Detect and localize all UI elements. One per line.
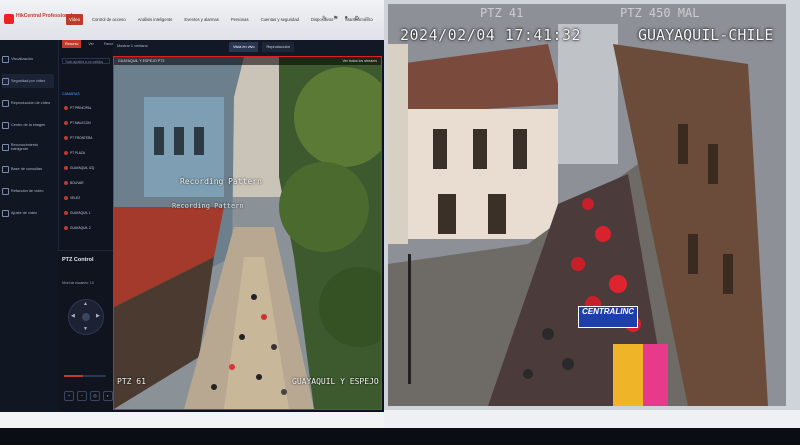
zoom-out-icon[interactable]: − bbox=[77, 391, 87, 401]
sidebar-item-query-base[interactable]: Base de consultas bbox=[2, 162, 54, 176]
tile-header: GUAYAQUIL Y ESPEJO PTZ Ver todos los str… bbox=[114, 57, 381, 65]
camera-tile-selected[interactable]: GUAYAQUIL Y ESPEJO PTZ Ver todos los str… bbox=[113, 56, 382, 410]
nav-tab-persons[interactable]: Personas bbox=[228, 14, 252, 25]
camera-feed-scene bbox=[388, 4, 786, 406]
view-toolbar: Mostrar 1 ventana Vista en vivo Reproduc… bbox=[113, 40, 384, 56]
ptz-buttons: + − ◎ ◐ bbox=[64, 391, 113, 401]
camera-list-item[interactable]: BOLIVAR bbox=[64, 179, 112, 187]
monitor-icon bbox=[2, 55, 9, 63]
minimize-icon[interactable]: – bbox=[365, 15, 368, 22]
tile-stream-info[interactable]: Ver todos los streams bbox=[342, 59, 377, 63]
camera-overlay-faint-right: PTZ 450 MAL bbox=[620, 6, 700, 20]
camera-feed-street bbox=[114, 57, 381, 409]
camera-icon bbox=[64, 121, 68, 125]
camera-feed-march[interactable] bbox=[388, 4, 786, 406]
tile-camera-name: GUAYAQUIL Y ESPEJO PTZ bbox=[118, 59, 165, 63]
play-icon bbox=[2, 99, 9, 107]
camera-icon bbox=[64, 226, 68, 230]
camera-group-label[interactable]: CAMARAS bbox=[62, 92, 80, 96]
camera-list-item[interactable]: VELEZ bbox=[64, 194, 112, 202]
tile-bottom-label: PTZ 61 bbox=[117, 377, 146, 386]
nav-tab-events[interactable]: Eventos y alarmas bbox=[181, 14, 221, 25]
nav-tab-access-control[interactable]: Control de acceso bbox=[89, 14, 129, 25]
tile-location-label: GUAYAQUIL Y ESPEJO bbox=[292, 377, 379, 386]
tab-view[interactable]: Ver bbox=[85, 40, 96, 48]
sidebar: Visualización Seguridad por vídeo Reprod… bbox=[0, 40, 58, 428]
sidebar-item-playback[interactable]: Reproducción de vídeo bbox=[2, 96, 54, 110]
monitor-bezel bbox=[0, 428, 800, 445]
ptz-speed-fill bbox=[64, 375, 83, 377]
camera-icon bbox=[64, 106, 68, 110]
nav-tab-intelligent-analysis[interactable]: Análisis inteligente bbox=[135, 14, 176, 25]
nav-tab-video[interactable]: Vídeo bbox=[66, 14, 83, 25]
camera-timestamp: 2024/02/04 17:41:32 bbox=[400, 26, 582, 44]
film-icon bbox=[2, 187, 9, 195]
sliders-icon bbox=[2, 209, 9, 217]
camera-icon bbox=[64, 181, 68, 185]
camera-icon bbox=[64, 166, 68, 170]
camera-icon bbox=[64, 196, 68, 200]
sidebar-item-smart-recognition[interactable]: Reconocimiento inteligente bbox=[2, 140, 54, 154]
view-name[interactable]: Mostrar 1 ventana bbox=[117, 44, 148, 48]
camera-list-item[interactable]: PT MALECON bbox=[64, 119, 112, 127]
sidebar-item-image-center[interactable]: Centro de la imagen bbox=[2, 118, 54, 132]
alarm-icon[interactable]: ⚑ bbox=[333, 15, 338, 22]
iris-icon[interactable]: ◐ bbox=[103, 391, 113, 401]
face-icon bbox=[2, 143, 9, 151]
settings-icon[interactable]: ⚙ bbox=[354, 15, 359, 22]
arrow-up-icon[interactable]: ▲ bbox=[83, 301, 88, 307]
camera-icon bbox=[64, 151, 68, 155]
sidebar-item-live-view[interactable]: Visualización bbox=[2, 52, 54, 66]
sidebar-item-video-refaction[interactable]: Refacción de vídeo bbox=[2, 184, 54, 198]
left-monitor: HikCentral Professional Vídeo Control de… bbox=[0, 0, 386, 428]
arrow-left-icon[interactable]: ◀ bbox=[71, 313, 75, 319]
focus-icon[interactable]: ◎ bbox=[90, 391, 100, 401]
arrow-right-icon[interactable]: ▶ bbox=[96, 313, 100, 319]
camera-icon bbox=[64, 136, 68, 140]
camera-list-item[interactable]: PT PRINCIPAL bbox=[64, 104, 112, 112]
taskbar-right bbox=[384, 410, 800, 428]
arrow-down-icon[interactable]: ▼ bbox=[83, 326, 88, 332]
sidebar-item-video-settings[interactable]: Ajuste de vídeo bbox=[2, 206, 54, 220]
taskbar bbox=[0, 412, 384, 428]
view-mode-tabs: Vista en vivo Reproducción bbox=[229, 42, 294, 52]
nav-tab-accounts[interactable]: Cuentas y seguridad bbox=[258, 14, 302, 25]
app-titlebar: HikCentral Professional Vídeo Control de… bbox=[0, 0, 384, 40]
database-icon bbox=[2, 165, 9, 173]
resource-search-input[interactable]: Todo ajustes a no validos bbox=[62, 58, 110, 64]
user-icon[interactable]: ● bbox=[344, 15, 348, 22]
ptz-joystick[interactable]: ▲ ▼ ◀ ▶ bbox=[68, 299, 104, 335]
overlay-recording-pattern: Recording Pattern bbox=[180, 177, 262, 186]
ptz-speed-label: Nivel de escaneo: 13 bbox=[62, 281, 94, 285]
resource-tabs: Recurso Ver Favorito bbox=[62, 40, 120, 48]
tab-playback[interactable]: Reproducción bbox=[262, 42, 294, 52]
camera-location-label: GUAYAQUIL-CHILE bbox=[638, 26, 774, 44]
zoom-in-icon[interactable]: + bbox=[64, 391, 74, 401]
camera-list-item[interactable]: PT PLAZA bbox=[64, 149, 112, 157]
camera-list-item[interactable]: PT FRONTERA bbox=[64, 134, 112, 142]
overlay-recording-pattern-2: Recording Pattern bbox=[172, 202, 244, 210]
camera-overlay-faint-left: PTZ 41 bbox=[480, 6, 524, 20]
camera-list-item[interactable]: GUAYAQUIL 1 bbox=[64, 209, 112, 217]
app-title: HikCentral Professional bbox=[16, 13, 73, 19]
tab-live-view[interactable]: Vista en vivo bbox=[229, 42, 259, 52]
ptz-panel: PTZ Control Nivel de escaneo: 13 ▲ ▼ ◀ ▶… bbox=[58, 250, 113, 411]
tab-resource[interactable]: Recurso bbox=[62, 40, 82, 48]
image-icon bbox=[2, 121, 9, 129]
sidebar-item-video-security[interactable]: Seguridad por vídeo bbox=[2, 74, 54, 88]
shield-icon bbox=[2, 77, 9, 85]
window-controls: ✎ ⚑ ● ⚙ – bbox=[322, 15, 369, 22]
ptz-speed-slider[interactable] bbox=[64, 375, 106, 377]
app-logo bbox=[4, 14, 14, 24]
ptz-center-button[interactable] bbox=[82, 313, 90, 321]
protest-banner: CENTRALINC bbox=[578, 306, 638, 328]
camera-list-item[interactable]: GUAYAQUIL 2 bbox=[64, 224, 112, 232]
ptz-title: PTZ Control bbox=[62, 257, 94, 263]
pin-icon[interactable]: ✎ bbox=[322, 15, 327, 22]
camera-icon bbox=[64, 211, 68, 215]
camera-list-item[interactable]: GUAYAQUIL IZQ bbox=[64, 164, 112, 172]
